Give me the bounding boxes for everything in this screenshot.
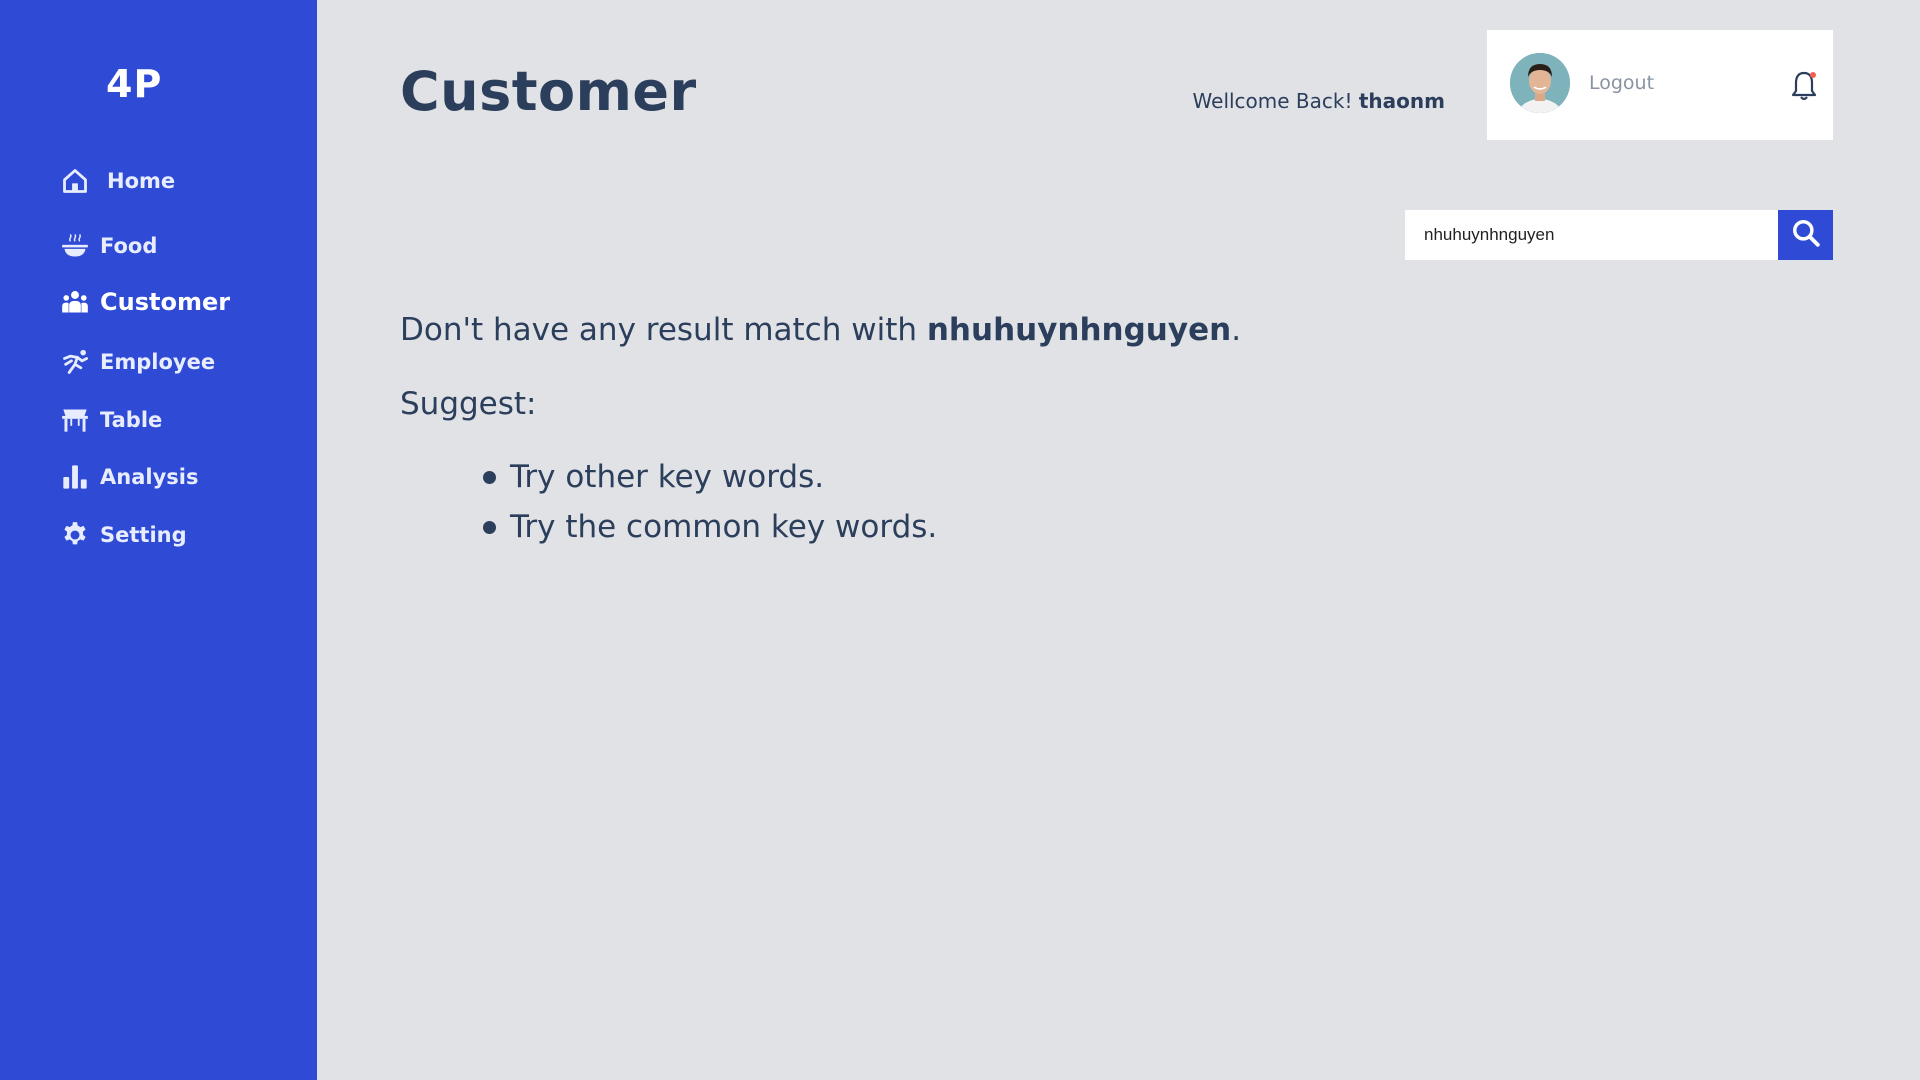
- welcome-prefix: Wellcome Back!: [1192, 89, 1353, 113]
- suggestion-text: Try other key words.: [510, 459, 825, 495]
- user-card: Logout: [1487, 30, 1833, 140]
- sidebar-item-label: Customer: [100, 288, 231, 316]
- username: thaonm: [1358, 89, 1445, 113]
- no-result-message: Don't have any result match with nhuhuyn…: [400, 312, 1241, 348]
- welcome-message: Wellcome Back! thaonm: [1193, 89, 1445, 113]
- suggest-label: Suggest:: [400, 386, 537, 422]
- gear-icon: [60, 520, 90, 550]
- food-bowl-icon: [60, 231, 90, 261]
- no-result-suffix: .: [1231, 312, 1242, 348]
- sidebar-item-label: Table: [100, 408, 163, 432]
- sidebar-item-setting[interactable]: Setting: [60, 520, 187, 550]
- search-button[interactable]: [1778, 210, 1833, 260]
- suggestion-text: Try the common key words.: [510, 509, 938, 545]
- page-title: Customer: [400, 60, 697, 123]
- search-keyword: nhuhuynhnguyen: [926, 312, 1232, 348]
- sidebar: 4P Home Food Customer Employee Table Ana…: [0, 0, 317, 1080]
- app-logo[interactable]: 4P: [106, 62, 162, 106]
- logout-button[interactable]: Logout: [1589, 72, 1654, 94]
- sidebar-item-label: Employee: [100, 350, 216, 374]
- users-icon: [60, 287, 90, 317]
- sidebar-item-label: Food: [100, 234, 158, 258]
- search-icon: [1791, 218, 1821, 252]
- list-item: Try other key words.: [483, 452, 937, 502]
- sidebar-item-label: Home: [107, 169, 176, 193]
- suggestion-list: Try other key words. Try the common key …: [483, 452, 937, 552]
- bullet-icon: [483, 520, 496, 534]
- search-input[interactable]: [1405, 210, 1778, 260]
- table-icon: [60, 405, 90, 435]
- no-result-prefix: Don't have any result match with: [400, 312, 917, 348]
- avatar[interactable]: [1510, 53, 1570, 113]
- sidebar-item-food[interactable]: Food: [60, 231, 157, 261]
- sidebar-item-table[interactable]: Table: [60, 405, 162, 435]
- bullet-icon: [483, 470, 496, 484]
- list-item: Try the common key words.: [483, 502, 937, 552]
- employee-icon: [60, 347, 90, 377]
- sidebar-item-label: Analysis: [100, 465, 199, 489]
- sidebar-item-employee[interactable]: Employee: [60, 347, 215, 377]
- sidebar-item-customer[interactable]: Customer: [60, 287, 230, 317]
- sidebar-item-label: Setting: [100, 523, 187, 547]
- sidebar-item-analysis[interactable]: Analysis: [60, 462, 198, 492]
- app-root: 4P Home Food Customer Employee Table Ana…: [0, 0, 1920, 1080]
- home-icon: [60, 166, 90, 196]
- sidebar-item-home[interactable]: Home: [60, 166, 175, 196]
- notification-bell-icon[interactable]: [1789, 70, 1819, 102]
- bar-chart-icon: [60, 462, 90, 492]
